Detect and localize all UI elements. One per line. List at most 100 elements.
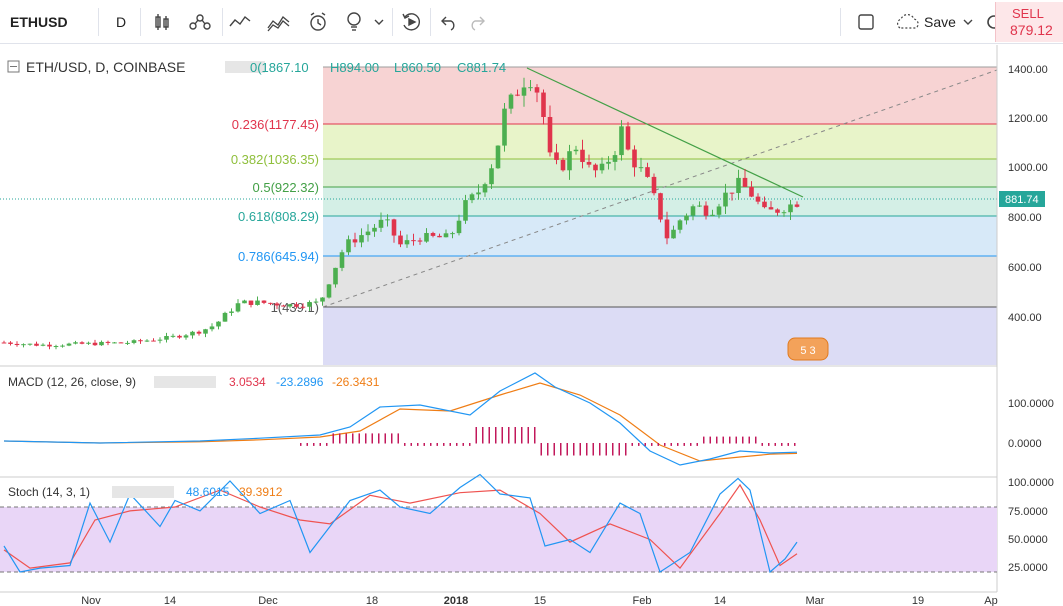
candle-body	[762, 201, 767, 208]
sell-button[interactable]: SELL 879.12	[995, 2, 1063, 42]
macd-histogram-bar	[384, 433, 386, 444]
macd-histogram-bar	[794, 443, 796, 446]
alert-icon[interactable]	[305, 8, 331, 36]
interval-selector[interactable]: D	[116, 8, 126, 36]
macd-histogram-bar	[638, 443, 640, 446]
bar-style-icon[interactable]	[150, 8, 174, 36]
candle-body	[151, 340, 156, 342]
candle-body	[118, 342, 124, 344]
macd-histogram-bar	[540, 443, 542, 456]
macd-histogram-bar	[410, 443, 412, 446]
symbol-search[interactable]: ETHUSD	[10, 8, 68, 36]
macd-histogram-bar	[579, 443, 581, 456]
fullscreen-icon[interactable]	[854, 8, 878, 36]
candle-body	[508, 94, 514, 109]
macd-histogram-bar	[703, 436, 705, 444]
macd-histogram-bar	[657, 443, 659, 446]
redo-icon[interactable]	[466, 8, 490, 36]
candle-body	[690, 206, 696, 216]
macd-histogram-bar	[436, 443, 438, 446]
macd-histogram-bar	[768, 443, 770, 446]
candle-body	[222, 312, 228, 322]
candle-body	[203, 329, 208, 334]
line-tool-icon[interactable]	[228, 8, 252, 36]
candle-body	[463, 200, 468, 221]
ideas-icon[interactable]	[343, 8, 365, 36]
candle-body	[274, 303, 280, 306]
candle-body	[125, 342, 130, 344]
candle-body	[170, 335, 176, 337]
stoch-d-value: 39.3912	[239, 485, 283, 499]
macd-settings-icons[interactable]	[154, 376, 216, 388]
candle-body	[573, 149, 579, 152]
macd-histogram-bar	[644, 443, 646, 446]
candle-body	[352, 239, 358, 243]
candle-body	[625, 126, 631, 150]
candle-body	[547, 116, 553, 153]
macd-histogram-bar	[748, 436, 750, 444]
candle-body	[755, 196, 761, 202]
candle-body	[489, 168, 494, 185]
time-axis[interactable]: Nov 14 Dec 18 2018 15 Feb 14 Mar 19 Ap	[81, 595, 998, 606]
candle-body	[398, 235, 403, 245]
price-axis[interactable]	[997, 45, 1063, 606]
candle-body	[346, 239, 351, 253]
stoch-settings-icons[interactable]	[112, 486, 174, 498]
cloud-save-icon[interactable]	[891, 8, 925, 36]
macd-histogram-bar	[677, 443, 679, 446]
time-tick: Ap	[984, 595, 997, 606]
chevron-down-icon[interactable]	[370, 8, 388, 36]
stoch-axis-tick: 25.0000	[1008, 562, 1048, 574]
macd-histogram-bar	[495, 427, 497, 444]
fib-label-0382: 0.382(1036.35)	[231, 152, 319, 167]
candle-body	[190, 331, 195, 336]
macd-histogram-bar	[774, 443, 776, 446]
macd-histogram-bar	[553, 443, 555, 456]
undo-icon[interactable]	[436, 8, 460, 36]
compare-icon[interactable]	[266, 8, 292, 36]
chart-canvas[interactable]: 0.236(1177.45) 0.382(1036.35) 0.5(922.32…	[0, 45, 1063, 606]
macd-histogram-bar	[560, 443, 562, 456]
macd-histogram-bar	[722, 436, 724, 444]
save-menu-chevron-icon[interactable]	[960, 8, 976, 36]
macd-histogram-bar	[456, 443, 458, 446]
candle-body	[8, 342, 13, 344]
macd-histogram-bar	[534, 427, 536, 444]
macd-histogram-bar	[729, 436, 731, 444]
time-tick: 2018	[444, 595, 468, 606]
replay-icon[interactable]	[398, 8, 424, 36]
save-button[interactable]: Save	[924, 8, 956, 36]
macd-histogram-bar	[527, 427, 529, 444]
candle-body	[144, 340, 150, 342]
candle-body	[586, 161, 592, 165]
time-tick: 18	[366, 595, 378, 606]
candle-body	[742, 177, 748, 187]
macd-histogram-bar	[488, 427, 490, 444]
candle-body	[606, 161, 611, 164]
candle-body	[560, 159, 566, 171]
candle-body	[105, 341, 111, 343]
macd-histogram-bar	[683, 443, 685, 446]
sell-label: SELL	[1012, 6, 1044, 21]
macd-legend-name: MACD (12, 26, close, 9)	[8, 375, 136, 389]
event-badge[interactable]: 5 3	[787, 337, 829, 361]
macd-histogram-bar	[781, 443, 783, 446]
candle-body	[658, 193, 663, 220]
macd-histogram-bar	[566, 443, 568, 456]
toolbar-divider	[430, 8, 431, 36]
candle-body	[372, 227, 377, 232]
fib-label-0618: 0.618(808.29)	[238, 209, 319, 224]
macd-histogram-bar	[339, 433, 341, 444]
candle-body	[21, 344, 26, 346]
candle-body	[430, 233, 436, 236]
candle-body	[515, 94, 520, 96]
toolbar-divider	[222, 8, 223, 36]
candle-body	[1, 342, 7, 344]
candle-body	[339, 252, 345, 268]
indicators-icon[interactable]	[186, 8, 214, 36]
candle-body	[541, 92, 546, 117]
candle-body	[14, 343, 20, 346]
macd-histogram-bar	[573, 443, 575, 456]
legend-symbol: ETH/USD, D, COINBASE	[26, 59, 185, 75]
macd-histogram-bar	[306, 443, 308, 446]
